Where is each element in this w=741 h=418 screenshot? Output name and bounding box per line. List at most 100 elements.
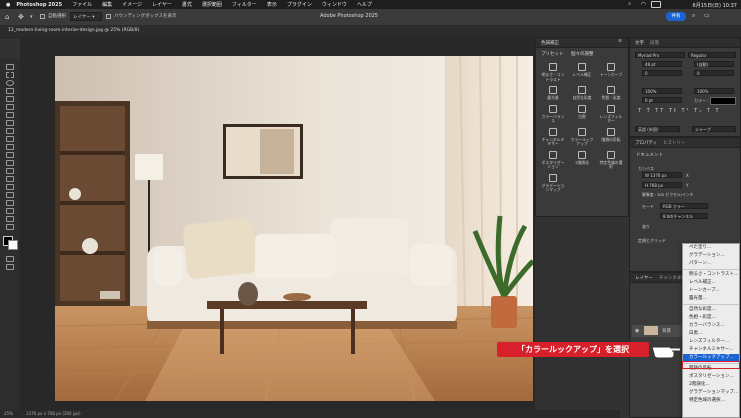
hand-tool[interactable] <box>6 216 14 222</box>
mode-select[interactable]: RGB カラー <box>660 203 708 209</box>
document-image[interactable] <box>55 56 533 401</box>
frame-tool[interactable] <box>6 104 14 110</box>
background-color[interactable] <box>8 240 18 250</box>
lasso-tool[interactable] <box>6 80 14 86</box>
tab-history[interactable]: ヒストリー <box>663 140 686 146</box>
gradient-tool[interactable] <box>6 160 14 166</box>
anti-alias-select[interactable]: シャープ <box>692 126 736 132</box>
menu-file[interactable]: ファイル <box>72 1 92 8</box>
menu-help[interactable]: ヘルプ <box>357 1 372 8</box>
menu-layer[interactable]: レイヤー <box>152 1 172 8</box>
app-menu[interactable]: Photoshop 2025 <box>16 2 62 8</box>
marquee-tool[interactable] <box>6 72 14 78</box>
menu-item[interactable]: グラデーション... <box>683 252 739 260</box>
brush-tool[interactable] <box>6 128 14 134</box>
menu-item[interactable]: カラーバランス... <box>683 322 739 330</box>
tab-paragraph[interactable]: 段落 <box>650 40 659 46</box>
adj-brightness[interactable]: 明るさ・コントラスト <box>540 63 566 82</box>
quick-mask-icon[interactable] <box>6 256 14 262</box>
font-family-select[interactable]: Myriad Pro <box>635 52 685 58</box>
screen-mode-icon[interactable] <box>6 264 14 270</box>
history-brush-tool[interactable] <box>6 144 14 150</box>
tab-individual[interactable]: 個々の調整 <box>571 51 594 57</box>
menu-view[interactable]: 表示 <box>267 1 277 8</box>
search-icon[interactable]: ⌕ <box>692 12 695 20</box>
baseline-field[interactable]: 0 pt <box>642 97 682 103</box>
move-tool[interactable] <box>6 64 14 70</box>
font-size-field[interactable]: 48 pt <box>642 61 682 67</box>
adjustments-title[interactable]: 色調補正 <box>541 40 559 46</box>
workspace-icon[interactable]: ▭ <box>704 12 710 19</box>
object-select-tool[interactable] <box>6 88 14 94</box>
menu-item[interactable]: ポスタリゼーション... <box>683 373 739 381</box>
horizontal-scale-field[interactable]: 100% <box>694 88 734 94</box>
menu-item[interactable]: 特定色域の選択... <box>683 397 739 405</box>
bit-depth-select[interactable]: 8 bit/チャンネル <box>660 213 708 219</box>
adj-black-white[interactable]: 白黒 <box>569 104 595 124</box>
menu-type[interactable]: 書式 <box>182 1 192 8</box>
leading-field[interactable]: (自動) <box>694 61 734 67</box>
menu-item[interactable]: レンズフィルター... <box>683 338 739 346</box>
adj-channel-mixer[interactable]: チャンネルミキサー <box>540 127 566 147</box>
language-select[interactable]: 英語 (米国) <box>635 126 680 132</box>
menu-item[interactable]: べた塗り... <box>683 244 739 252</box>
menu-edit[interactable]: 編集 <box>102 1 112 8</box>
menu-item[interactable]: チャンネルミキサー... <box>683 346 739 354</box>
adj-threshold[interactable]: 2階調化 <box>569 150 595 170</box>
adj-curves[interactable]: トーンカーブ <box>598 63 624 82</box>
auto-select-checkbox[interactable] <box>40 14 45 19</box>
adj-color-balance[interactable]: カラーバランス <box>540 104 566 124</box>
kerning-field[interactable]: 0 <box>642 70 682 76</box>
tab-layers[interactable]: レイヤー <box>635 275 653 281</box>
share-button[interactable]: 共有 <box>666 12 686 21</box>
menu-item[interactable]: グラデーションマップ... <box>683 389 739 397</box>
adj-exposure[interactable]: 露光量 <box>540 86 566 101</box>
eyedropper-tool[interactable] <box>6 112 14 118</box>
menu-item[interactable]: 白黒... <box>683 330 739 338</box>
pen-tool[interactable] <box>6 184 14 190</box>
adj-invert[interactable]: 階調の反転 <box>598 127 624 147</box>
search-icon[interactable]: ⌕ <box>628 1 631 7</box>
tab-character[interactable]: 文字 <box>635 40 644 46</box>
menu-item[interactable]: パターン... <box>683 260 739 268</box>
adj-hue-saturation[interactable]: 色相・彩度 <box>598 86 624 101</box>
text-color-swatch[interactable] <box>710 97 736 105</box>
chevron-down-icon[interactable]: ▾ <box>30 14 33 20</box>
menu-item[interactable]: 自然な彩度... <box>683 306 739 314</box>
adj-posterize[interactable]: ポスタリゼーション <box>540 150 566 170</box>
menu-item[interactable]: 明るさ・コントラスト... <box>683 271 739 279</box>
adj-selective-color[interactable]: 特定色域の選択 <box>598 150 624 170</box>
crop-tool[interactable] <box>6 96 14 102</box>
adj-gradient-map[interactable]: グラデーションマップ <box>540 173 566 193</box>
adj-color-lookup[interactable]: カラールックアップ <box>569 127 595 147</box>
menu-item[interactable]: レベル補正... <box>683 279 739 287</box>
home-icon[interactable]: ⌂ <box>5 13 9 21</box>
transform-controls-checkbox[interactable] <box>106 14 111 19</box>
layer-dropdown[interactable]: レイヤー ▾ <box>70 12 102 21</box>
blur-tool[interactable] <box>6 168 14 174</box>
menu-window[interactable]: ウィンドウ <box>322 1 347 8</box>
zoom-tool[interactable] <box>6 224 14 230</box>
layer-name[interactable]: 背景 <box>662 328 671 334</box>
menu-select[interactable]: 選択範囲 <box>202 1 222 8</box>
type-tool[interactable] <box>6 192 14 198</box>
color-swatches[interactable] <box>3 236 18 250</box>
eraser-tool[interactable] <box>6 152 14 158</box>
menu-item[interactable]: 露光量... <box>683 295 739 303</box>
rulers-grids-header[interactable]: 定規とグリッド <box>638 238 666 244</box>
dodge-tool[interactable] <box>6 176 14 182</box>
menu-item[interactable]: トーンカーブ... <box>683 287 739 295</box>
type-style-buttons[interactable]: T T TT Tt T¹ T₁ T T <box>638 108 721 114</box>
path-select-tool[interactable] <box>6 200 14 206</box>
menu-item[interactable]: 色相・彩度... <box>683 314 739 322</box>
tab-presets[interactable]: プリセット <box>541 51 564 57</box>
menu-plugins[interactable]: プラグイン <box>287 1 312 8</box>
adj-photo-filter[interactable]: レンズフィルター <box>598 104 624 124</box>
font-style-select[interactable]: Regular <box>688 52 736 58</box>
layer-row-background[interactable]: ◉ 背景 <box>632 325 684 337</box>
tab-properties[interactable]: プロパティ <box>635 140 657 146</box>
adj-vibrance[interactable]: 自然な彩度 <box>569 86 595 101</box>
menu-item[interactable]: 2階調化... <box>683 381 739 389</box>
document-tab[interactable]: 12_modern-living-room-interior-design.jp… <box>8 28 139 33</box>
menu-filter[interactable]: フィルター <box>232 1 257 8</box>
